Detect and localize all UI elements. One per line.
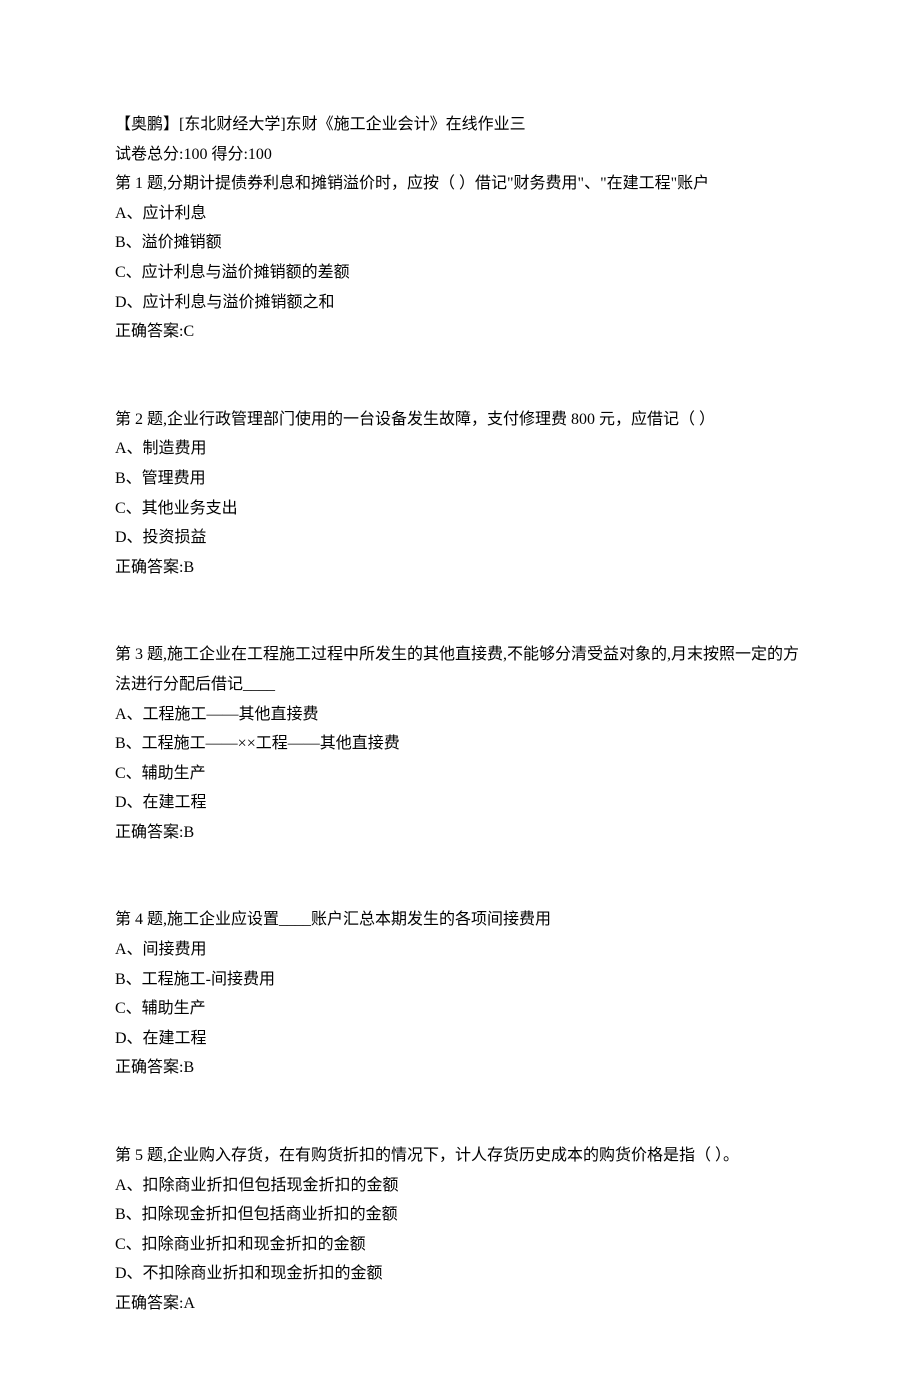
option-d: D、投资损益	[115, 523, 805, 553]
question-text: 第 2 题,企业行政管理部门使用的一台设备发生故障，支付修理费 800 元，应借…	[115, 405, 805, 435]
option-a: A、应计利息	[115, 199, 805, 229]
question-5: 第 5 题,企业购入存货，在有购货折扣的情况下，计人存货历史成本的购货价格是指（…	[115, 1141, 805, 1319]
option-b: B、扣除现金折扣但包括商业折扣的金额	[115, 1200, 805, 1230]
answer: 正确答案:C	[115, 317, 805, 347]
answer: 正确答案:A	[115, 1289, 805, 1319]
question-text: 第 5 题,企业购入存货，在有购货折扣的情况下，计人存货历史成本的购货价格是指（…	[115, 1141, 805, 1171]
option-b: B、工程施工——××工程——其他直接费	[115, 729, 805, 759]
question-1: 第 1 题,分期计提债券利息和摊销溢价时，应按（ ）借记"财务费用"、"在建工程…	[115, 169, 805, 347]
option-d: D、在建工程	[115, 788, 805, 818]
question-text: 第 1 题,分期计提债券利息和摊销溢价时，应按（ ）借记"财务费用"、"在建工程…	[115, 169, 805, 199]
document-title: 【奥鹏】[东北财经大学]东财《施工企业会计》在线作业三	[115, 110, 805, 140]
spacer	[115, 347, 805, 405]
option-c: C、辅助生产	[115, 759, 805, 789]
option-c: C、其他业务支出	[115, 494, 805, 524]
option-c: C、扣除商业折扣和现金折扣的金额	[115, 1230, 805, 1260]
spacer	[115, 582, 805, 640]
option-c: C、应计利息与溢价摊销额的差额	[115, 258, 805, 288]
option-b: B、管理费用	[115, 464, 805, 494]
answer: 正确答案:B	[115, 818, 805, 848]
spacer	[115, 847, 805, 905]
option-c: C、辅助生产	[115, 994, 805, 1024]
question-2: 第 2 题,企业行政管理部门使用的一台设备发生故障，支付修理费 800 元，应借…	[115, 405, 805, 583]
answer: 正确答案:B	[115, 1053, 805, 1083]
score-line: 试卷总分:100 得分:100	[115, 140, 805, 170]
option-d: D、应计利息与溢价摊销额之和	[115, 288, 805, 318]
answer: 正确答案:B	[115, 553, 805, 583]
option-b: B、溢价摊销额	[115, 228, 805, 258]
option-a: A、间接费用	[115, 935, 805, 965]
spacer	[115, 1083, 805, 1141]
question-text: 第 4 题,施工企业应设置____账户汇总本期发生的各项间接费用	[115, 905, 805, 935]
question-text: 第 3 题,施工企业在工程施工过程中所发生的其他直接费,不能够分清受益对象的,月…	[115, 640, 805, 699]
option-d: D、不扣除商业折扣和现金折扣的金额	[115, 1259, 805, 1289]
option-a: A、扣除商业折扣但包括现金折扣的金额	[115, 1171, 805, 1201]
option-b: B、工程施工-间接费用	[115, 965, 805, 995]
option-a: A、工程施工——其他直接费	[115, 700, 805, 730]
option-a: A、制造费用	[115, 434, 805, 464]
question-3: 第 3 题,施工企业在工程施工过程中所发生的其他直接费,不能够分清受益对象的,月…	[115, 640, 805, 847]
option-d: D、在建工程	[115, 1024, 805, 1054]
question-4: 第 4 题,施工企业应设置____账户汇总本期发生的各项间接费用 A、间接费用 …	[115, 905, 805, 1083]
